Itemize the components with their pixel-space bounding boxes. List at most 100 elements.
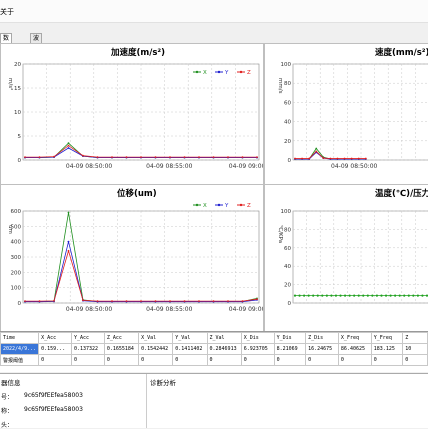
- table-cell[interactable]: 0: [70, 354, 105, 366]
- x-tick-label: 04-09 09:00:00: [229, 163, 263, 170]
- table-cell[interactable]: 0: [240, 354, 275, 366]
- table-cell[interactable]: 10: [402, 343, 428, 355]
- y-tick-label: 80: [284, 227, 291, 233]
- table-cell[interactable]: 8.21069: [273, 343, 307, 355]
- data-point: [321, 294, 324, 297]
- info-panel: 器信息 诊断分析 号： 9c65f9fEEfea58003 称： 9c65f9f…: [0, 373, 428, 429]
- table-header[interactable]: Z: [402, 332, 428, 344]
- y-tick-label: 60: [284, 246, 291, 252]
- table-cell[interactable]: 0.159...: [38, 343, 72, 355]
- table-header[interactable]: Z_Val: [206, 332, 242, 344]
- y-tick-label: 0: [288, 301, 292, 307]
- data-point: [329, 157, 332, 160]
- legend-marker: [217, 203, 221, 207]
- data-point: [198, 300, 200, 303]
- legend-label: X: [203, 70, 207, 76]
- data-point: [241, 156, 244, 159]
- table-cell[interactable]: 0: [172, 354, 208, 366]
- table-cell[interactable]: 183.125: [370, 343, 404, 355]
- table-cell[interactable]: 0.137322: [70, 343, 105, 355]
- x-tick-label: 04-09 08:50:00: [331, 163, 377, 170]
- table-header[interactable]: Y_Dis: [273, 332, 307, 344]
- table-cell[interactable]: 0: [370, 354, 404, 366]
- data-point: [380, 294, 383, 297]
- table-header[interactable]: X_Dis: [240, 332, 275, 344]
- table-header[interactable]: X_Val: [138, 332, 174, 344]
- x-tick-label: 04-09 09:00:00: [229, 306, 263, 313]
- table-header[interactable]: X_Acc: [38, 332, 72, 344]
- legend-marker: [195, 203, 199, 207]
- table-cell[interactable]: 0.1411402: [172, 343, 208, 355]
- data-point: [38, 156, 41, 159]
- y-tick-label: 100: [281, 62, 292, 68]
- y-tick-label: 100: [11, 286, 22, 292]
- table-cell[interactable]: 0.2846913: [206, 343, 242, 355]
- table-header[interactable]: Y_Val: [172, 332, 208, 344]
- data-point: [67, 211, 70, 214]
- table-cell[interactable]: 0: [38, 354, 72, 366]
- temperature-chart: 100 80 60 40 20 0 ℃/KPa: [277, 209, 428, 307]
- table-cell[interactable]: 0: [337, 354, 372, 366]
- y-tick-label: 0: [288, 158, 292, 164]
- data-point: [416, 294, 419, 297]
- y-tick-label: 10: [14, 110, 21, 116]
- data-point: [227, 300, 229, 303]
- data-point: [357, 157, 360, 160]
- table-header[interactable]: X_Freq: [337, 332, 372, 344]
- table-header-row: Time X_Acc Y_Acc Z_Acc X_Val Y_Val Z_Val…: [0, 332, 428, 344]
- legend-marker: [195, 70, 199, 74]
- table-cell[interactable]: 0: [273, 354, 307, 366]
- table-cell[interactable]: 0: [138, 354, 174, 366]
- y-axis-label: ℃/KPa: [277, 225, 284, 243]
- data-point: [256, 298, 258, 301]
- menu-item-about[interactable]: 关于: [0, 7, 14, 17]
- data-point: [308, 157, 311, 160]
- data-point: [198, 156, 200, 159]
- table-cell[interactable]: 0.1542442: [138, 343, 174, 355]
- table-cell[interactable]: 0: [103, 354, 140, 366]
- table-header[interactable]: Y_Acc: [70, 332, 105, 344]
- diagnosis-heading: 诊断分析: [150, 379, 176, 387]
- data-point: [301, 157, 303, 160]
- table-cell[interactable]: 0: [402, 354, 428, 366]
- y-axis-label: mm/s: [277, 78, 283, 94]
- y-tick-label: 20: [284, 283, 291, 289]
- data-point: [154, 300, 157, 303]
- data-point: [312, 294, 315, 297]
- table-cell[interactable]: 2022/4/9...: [0, 343, 40, 355]
- data-point: [24, 300, 26, 303]
- table-header[interactable]: Y_Freq: [370, 332, 404, 344]
- y-tick-label: 20: [14, 62, 21, 68]
- data-point: [125, 300, 128, 303]
- y-tick-label: 20: [284, 139, 291, 145]
- table-cell[interactable]: 6.923705: [240, 343, 275, 355]
- table-cell[interactable]: 警报阈值: [0, 354, 40, 366]
- table-row[interactable]: 警报阈值 0 0 0 0 0 0 0 0 0 0 0 0: [0, 354, 428, 366]
- table-header[interactable]: Time: [0, 332, 40, 344]
- table-header[interactable]: Z_Acc: [103, 332, 140, 344]
- x-tick-label: 04-09 08:55:00: [146, 306, 192, 313]
- data-point: [169, 300, 171, 303]
- y-tick-label: 100: [281, 209, 292, 215]
- data-point: [330, 294, 333, 297]
- table-cell[interactable]: 0.1655184: [103, 343, 140, 355]
- data-point: [53, 299, 55, 302]
- table-cell[interactable]: 0: [305, 354, 339, 366]
- acceleration-chart-panel: 加速度(m/s²) 20 15 10 5 0 m/s² 04-09 08:50:00 04-0…: [0, 43, 264, 185]
- data-point: [298, 294, 301, 297]
- table-cell[interactable]: 0: [206, 354, 242, 366]
- data-point: [322, 157, 325, 159]
- legend-marker: [239, 203, 243, 207]
- velocity-chart-panel: 速度(mm/s²) 100 80 60 40 20 0 mm/s 04-09 08:50:00: [264, 43, 428, 185]
- data-point: [398, 294, 401, 297]
- y-tick-label: 0: [18, 301, 22, 307]
- y-tick-label: 5: [18, 134, 22, 140]
- info-value: 9c65f9fEEfea58003: [24, 406, 83, 413]
- table-cell[interactable]: 16.24675: [305, 343, 339, 355]
- table-cell[interactable]: 86.40625: [337, 343, 372, 355]
- data-point: [111, 156, 113, 159]
- data-point: [140, 300, 142, 303]
- table-header[interactable]: Z_Dis: [305, 332, 339, 344]
- data-point: [154, 156, 157, 159]
- table-row[interactable]: 2022/4/9... 0.159... 0.137322 0.1655184 …: [0, 343, 428, 355]
